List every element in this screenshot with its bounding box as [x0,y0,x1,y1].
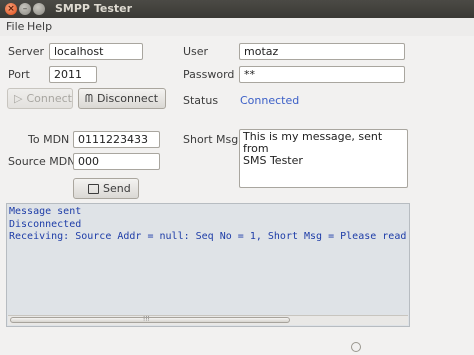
resize-handle-icon[interactable] [351,342,361,352]
password-label: Password [183,68,235,81]
log-line: Disconnected [9,219,82,230]
send-button-label: Send [103,182,131,195]
connect-icon: ▷ [14,92,23,105]
user-label: User [183,45,209,58]
server-label: Server [8,45,45,58]
source-mdn-label: Source MDN [8,155,76,168]
status-value: Connected [240,94,300,107]
user-input[interactable]: motaz [239,43,405,60]
close-window-button[interactable]: × [5,3,17,15]
server-input[interactable]: localhost [49,43,143,60]
scrollbar-thumb[interactable]: ⁝⁝⁝ [10,315,290,323]
send-button[interactable]: Send [73,178,139,199]
to-mdn-label: To MDN [28,133,70,146]
status-label: Status [183,94,219,107]
send-icon [88,183,99,194]
window-title: SMPP Tester [55,2,133,15]
connect-button[interactable]: ▷ Connect [7,88,73,109]
disconnect-button-label: Disconnect [96,92,159,105]
log-console[interactable]: Message sent Disconnected Receiving: Sou… [6,203,410,327]
title-bar: × – SMPP Tester [0,0,474,18]
source-mdn-input[interactable]: 000 [73,153,160,170]
minimize-window-button[interactable]: – [19,3,31,15]
menu-file[interactable]: File [6,20,24,33]
horizontal-scrollbar[interactable]: ⁝⁝⁝ [8,315,408,325]
log-line: Message sent [9,206,82,217]
short-msg-label: Short Msg [183,133,239,146]
maximize-window-button[interactable] [33,3,45,15]
short-msg-textarea[interactable]: This is my message, sent from SMS Tester [239,129,408,188]
port-label: Port [8,68,30,81]
menu-help[interactable]: Help [27,20,52,33]
to-mdn-input[interactable]: 0111223433 [73,131,160,148]
password-input[interactable]: ** [239,66,405,83]
disconnect-icon: ᗰ [85,91,93,105]
connect-button-label: Connect [26,92,72,105]
port-input[interactable]: 2011 [49,66,97,83]
menu-bar: File Help [0,18,474,36]
grip-icon: ⁝⁝⁝ [143,315,150,323]
disconnect-button[interactable]: ᗰ Disconnect [78,88,166,109]
log-line: Receiving: Source Addr = null: Seq No = … [9,231,410,242]
